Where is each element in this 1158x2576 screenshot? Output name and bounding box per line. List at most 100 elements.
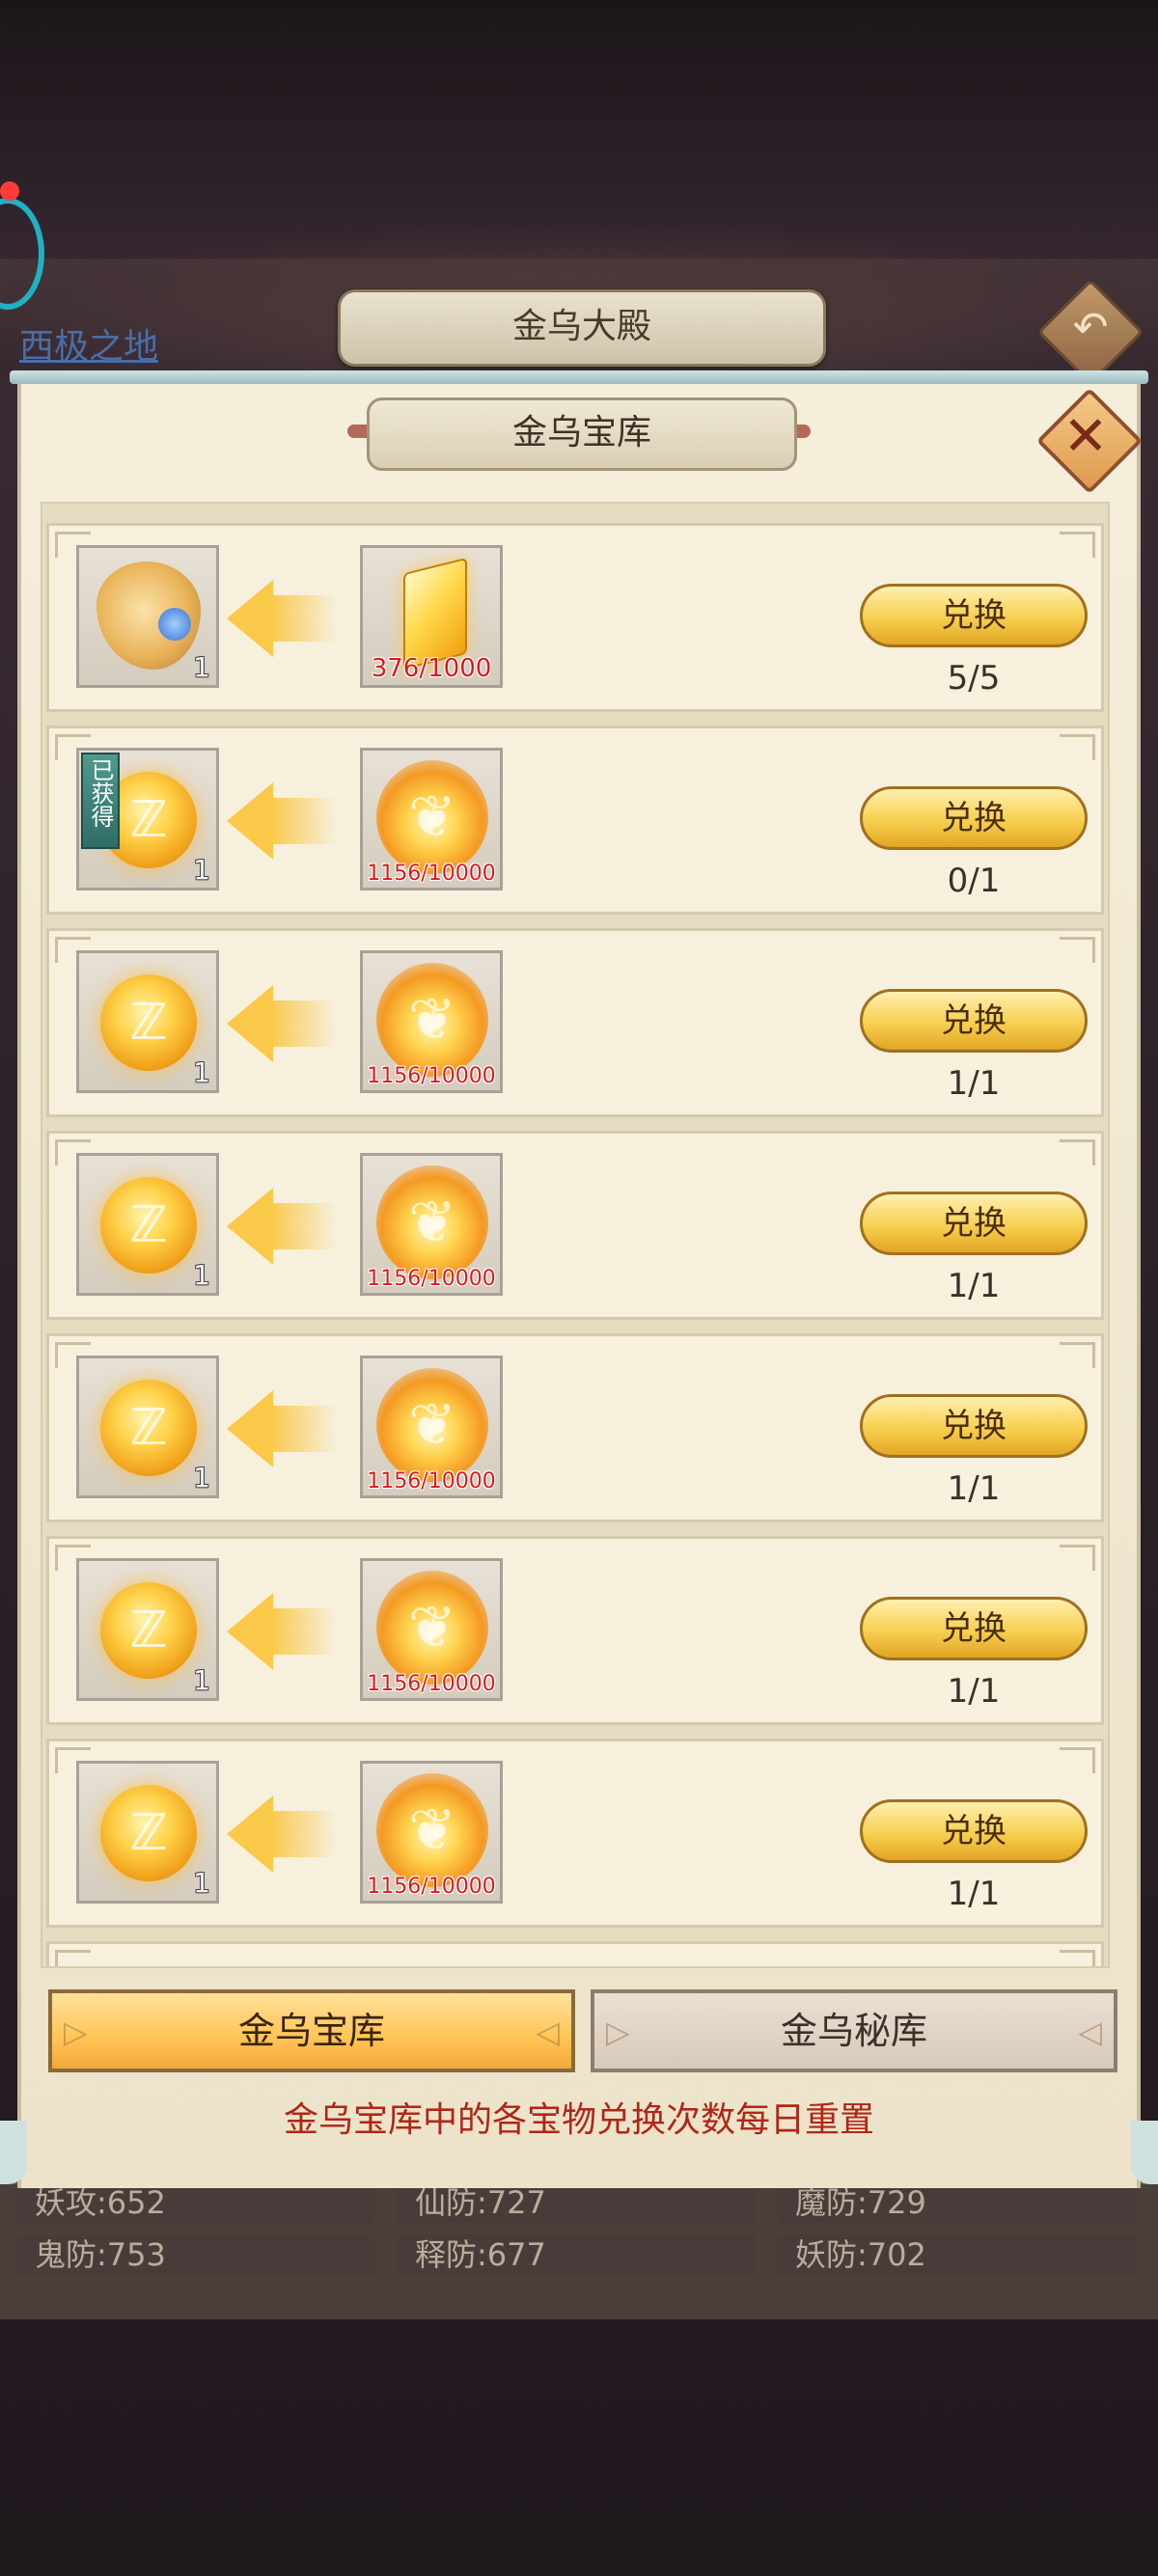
gem-icon	[158, 608, 191, 641]
tab-bar: ▷ 金乌宝库 ◁ ▷ 金乌秘库 ◁	[48, 1989, 1117, 2076]
cost-count: 376/1000	[371, 654, 492, 683]
cost-slot[interactable]: ❦ 1156/10000	[360, 748, 503, 891]
stat-item: 释防:677	[398, 2234, 755, 2275]
exchange-button[interactable]: 兑换	[860, 1192, 1088, 1255]
return-arrow-icon: ↶	[1072, 303, 1109, 352]
exchange-row: ℤ 1 ❦ 1156/10000 兑换 1/1	[46, 1739, 1104, 1928]
reward-slot[interactable]: ℤ 1	[76, 1356, 219, 1498]
exchange-count: 1/1	[947, 1672, 1001, 1711]
gold-crystal-icon	[403, 557, 467, 671]
cost-slot[interactable]: ❦ 1156/10000	[360, 1356, 503, 1498]
tab-treasury[interactable]: ▷ 金乌宝库 ◁	[48, 1989, 575, 2072]
cost-slot[interactable]: ❦ 1156/10000	[360, 1558, 503, 1701]
exchange-count: 0/1	[947, 862, 1001, 900]
tab-secret-vault[interactable]: ▷ 金乌秘库 ◁	[591, 1989, 1117, 2072]
region-link[interactable]: 西极之地	[19, 318, 158, 369]
reset-notice: 金乌宝库中的各宝物兑换次数每日重置	[283, 2100, 874, 2140]
reward-quantity: 1	[193, 1259, 210, 1291]
golden-orb-icon: ℤ	[100, 974, 197, 1071]
stat-item: 魔防:729	[778, 2182, 1135, 2223]
exchange-row: ℤ 1 ❦ 1156/10000 兑换 1/1	[46, 928, 1104, 1117]
exchange-row: 1 376/1000 兑换 5/5	[46, 523, 1104, 712]
stat-item: 妖防:702	[778, 2234, 1135, 2275]
exchange-row-partial	[46, 1941, 1104, 1966]
reward-slot[interactable]: ℤ 已获得 1	[76, 748, 219, 891]
golden-phoenix-icon: ❦	[376, 963, 488, 1077]
cost-count: 1156/10000	[367, 1064, 496, 1088]
exchange-count: 1/1	[947, 1064, 1001, 1103]
corner-ornament	[1060, 1950, 1095, 1966]
cost-count: 1156/10000	[367, 1672, 496, 1696]
exchange-button[interactable]: 兑换	[860, 989, 1088, 1053]
exchange-count: 5/5	[947, 659, 1001, 698]
exchange-count: 1/1	[947, 1469, 1001, 1508]
scroll-end-right	[1131, 2121, 1158, 2184]
corner-ornament	[1060, 937, 1095, 963]
corner-ornament	[1060, 532, 1095, 558]
stat-item: 鬼防:753	[17, 2234, 374, 2275]
exchange-button[interactable]: 兑换	[860, 584, 1088, 647]
golden-orb-icon: ℤ	[100, 1177, 197, 1274]
reward-slot[interactable]: ℤ 1	[76, 950, 219, 1093]
corner-ornament	[1060, 734, 1095, 760]
corner-ornament	[1060, 1139, 1095, 1165]
exchange-arrow-icon	[227, 981, 343, 1066]
exchange-row: ℤ 已获得 1 ❦ 1156/10000 兑换 0/1	[46, 726, 1104, 915]
cost-count: 1156/10000	[367, 862, 496, 886]
obtained-badge-text: 已获得	[87, 758, 114, 828]
exchange-button[interactable]: 兑换	[860, 786, 1088, 850]
reward-slot[interactable]: 1	[76, 545, 219, 688]
hall-title: 金乌大殿	[338, 289, 826, 367]
corner-ornament	[1060, 1747, 1095, 1773]
exchange-arrow-icon	[227, 576, 343, 661]
golden-phoenix-icon: ❦	[376, 1571, 488, 1685]
tab-treasury-label: 金乌宝库	[237, 2010, 385, 2052]
obtained-badge: 已获得	[81, 753, 120, 849]
exchange-count: 1/1	[947, 1875, 1001, 1913]
exchange-row: ℤ 1 ❦ 1156/10000 兑换 1/1	[46, 1333, 1104, 1522]
reward-quantity: 1	[193, 651, 210, 683]
exchange-arrow-icon	[227, 1792, 343, 1877]
exchange-list[interactable]: 1 376/1000 兑换 5/5 ℤ 已获得 1 ❦ 1156/10000 兑…	[41, 502, 1110, 1968]
exchange-arrow-icon	[227, 779, 343, 863]
golden-phoenix-icon: ❦	[376, 1773, 488, 1887]
cost-count: 1156/10000	[367, 1875, 496, 1899]
exchange-arrow-icon	[227, 1184, 343, 1269]
close-icon: ✕	[1062, 405, 1109, 468]
golden-orb-icon: ℤ	[100, 1380, 197, 1476]
golden-pendant-icon	[96, 562, 201, 670]
exchange-arrow-icon	[227, 1386, 343, 1471]
exchange-button[interactable]: 兑换	[860, 1394, 1088, 1458]
exchange-arrow-icon	[227, 1589, 343, 1674]
tab-secret-vault-label: 金乌秘库	[780, 2010, 927, 2052]
corner-ornament	[1060, 1545, 1095, 1571]
exchange-button[interactable]: 兑换	[860, 1597, 1088, 1660]
corner-ornament	[1060, 1342, 1095, 1368]
reward-quantity: 1	[193, 1462, 210, 1494]
scroll-end-left	[0, 2121, 27, 2184]
cost-slot[interactable]: 376/1000	[360, 545, 503, 688]
exchange-row: ℤ 1 ❦ 1156/10000 兑换 1/1	[46, 1536, 1104, 1725]
cost-slot[interactable]: ❦ 1156/10000	[360, 950, 503, 1093]
close-button[interactable]: ✕	[1033, 384, 1144, 495]
golden-phoenix-icon: ❦	[376, 1165, 488, 1279]
exchange-row: ℤ 1 ❦ 1156/10000 兑换 1/1	[46, 1131, 1104, 1320]
stat-item: 仙防:727	[398, 2182, 755, 2223]
golden-phoenix-icon: ❦	[376, 1368, 488, 1482]
reward-slot[interactable]: ℤ 1	[76, 1153, 219, 1296]
golden-phoenix-icon: ❦	[376, 760, 488, 874]
panel-title: 金乌宝库	[367, 397, 797, 471]
stat-item: 妖攻:652	[17, 2182, 374, 2223]
reward-quantity: 1	[193, 854, 210, 886]
cost-count: 1156/10000	[367, 1267, 496, 1291]
reward-slot[interactable]: ℤ 1	[76, 1761, 219, 1904]
reward-quantity: 1	[193, 1867, 210, 1899]
scroll-top-rod	[10, 370, 1148, 384]
cost-count: 1156/10000	[367, 1469, 496, 1494]
cost-slot[interactable]: ❦ 1156/10000	[360, 1153, 503, 1296]
golden-orb-icon: ℤ	[100, 1785, 197, 1881]
golden-orb-icon: ℤ	[100, 1582, 197, 1679]
reward-slot[interactable]: ℤ 1	[76, 1558, 219, 1701]
cost-slot[interactable]: ❦ 1156/10000	[360, 1761, 503, 1904]
exchange-button[interactable]: 兑换	[860, 1799, 1088, 1863]
